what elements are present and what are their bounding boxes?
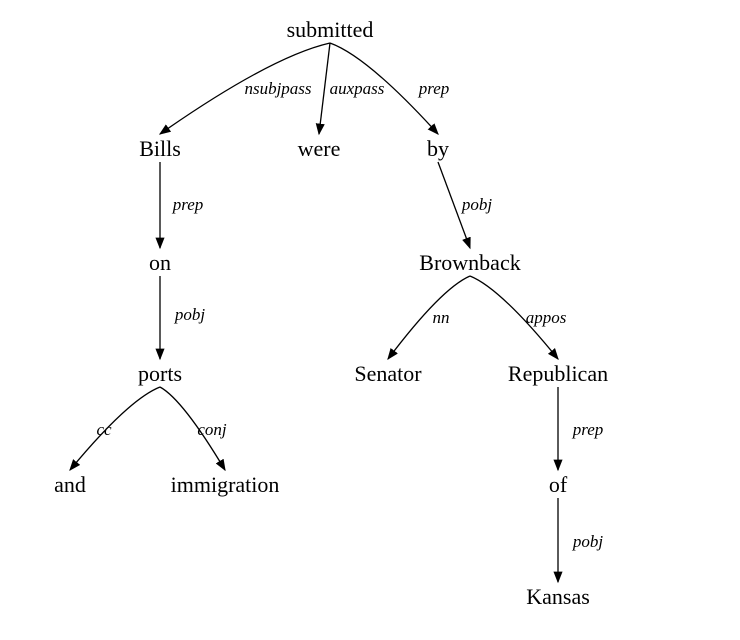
node-immigration: immigration — [171, 472, 280, 498]
edge-brownback-senator — [388, 276, 470, 359]
edge-label-conj: conj — [197, 420, 226, 440]
edge-submitted-were — [319, 43, 330, 134]
node-republican: Republican — [508, 361, 608, 387]
edge-label-appos: appos — [526, 308, 567, 328]
node-senator: Senator — [354, 361, 421, 387]
node-brownback: Brownback — [419, 250, 520, 276]
edge-label-pobj: pobj — [175, 305, 205, 325]
node-submitted: submitted — [287, 17, 374, 43]
edge-label-prep: prep — [573, 420, 604, 440]
node-on: on — [149, 250, 171, 276]
node-were: were — [298, 136, 341, 162]
edge-label-prep: prep — [173, 195, 204, 215]
edge-label-nn: nn — [433, 308, 450, 328]
edge-label-nsubjpass: nsubjpass — [244, 79, 311, 99]
node-by: by — [427, 136, 449, 162]
edge-ports-and — [70, 387, 160, 470]
node-kansas: Kansas — [526, 584, 590, 610]
edge-label-pobj: pobj — [573, 532, 603, 552]
edge-label-cc: cc — [96, 420, 111, 440]
node-of: of — [549, 472, 567, 498]
edge-label-prep: prep — [419, 79, 450, 99]
node-ports: ports — [138, 361, 182, 387]
edge-label-auxpass: auxpass — [330, 79, 385, 99]
edge-label-pobj: pobj — [462, 195, 492, 215]
node-and: and — [54, 472, 86, 498]
node-bills: Bills — [139, 136, 181, 162]
